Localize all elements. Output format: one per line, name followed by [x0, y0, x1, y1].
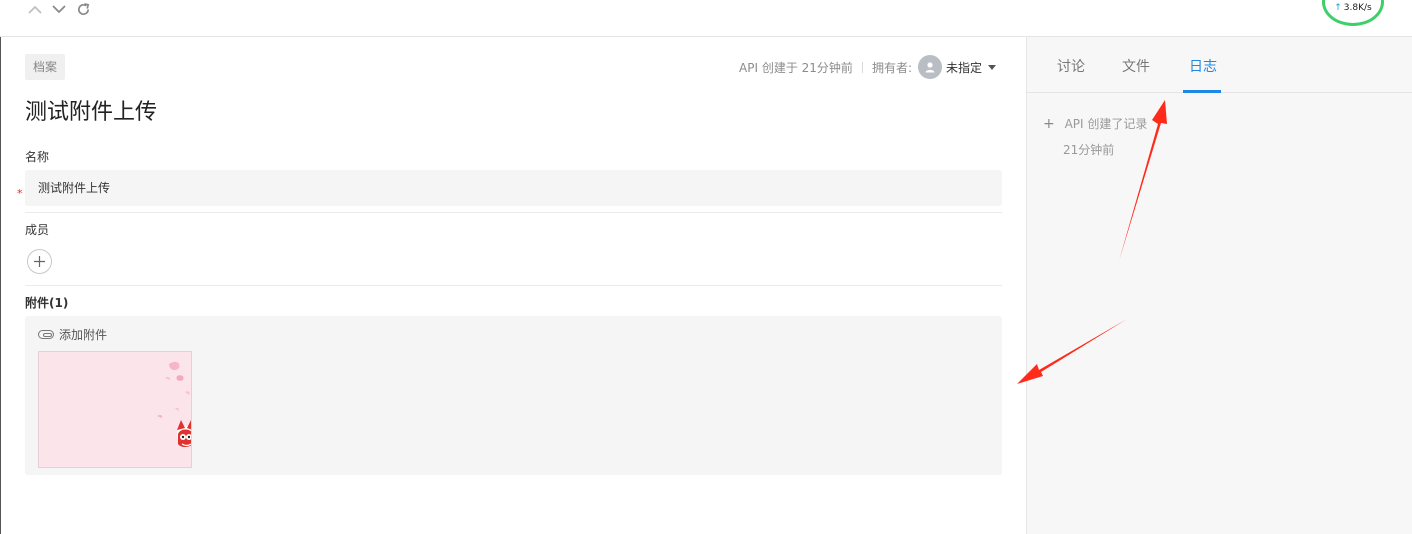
upload-arrow-icon: ↑ — [1334, 3, 1342, 13]
activity-sidebar: 讨论 文件 日志 + API 创建了记录 21分钟前 — [1026, 37, 1412, 534]
add-attachment-button[interactable]: 添加附件 — [38, 326, 107, 343]
chevron-up-icon[interactable] — [26, 0, 44, 18]
attachments-label: 附件(1) — [25, 296, 69, 310]
browser-toolbar: ↑ 3.8K/s — [0, 0, 1412, 37]
network-speed: 3.8K/s — [1343, 3, 1372, 13]
sidebar-tabs: 讨论 文件 日志 — [1027, 37, 1412, 93]
attachments-area: 添加附件 — [25, 316, 1002, 475]
owner-label: 拥有者: — [871, 60, 912, 75]
paperclip-icon — [38, 330, 54, 339]
add-attachment-label: 添加附件 — [59, 328, 108, 342]
meta-divider — [861, 61, 863, 73]
add-member-button[interactable] — [27, 249, 52, 274]
avatar[interactable] — [917, 55, 942, 79]
refresh-icon[interactable] — [74, 0, 92, 18]
network-speed-widget: ↑ 3.8K/s — [1322, 0, 1384, 26]
plus-icon — [34, 256, 45, 267]
tab-discussion[interactable]: 讨论 — [1057, 56, 1085, 76]
created-info: API 创建于 21分钟前 — [739, 60, 853, 75]
divider — [25, 212, 1002, 213]
page-title: 测试附件上传 — [25, 100, 158, 125]
required-asterisk: * — [17, 187, 23, 200]
category-badge[interactable]: 档案 — [25, 54, 66, 80]
tab-files[interactable]: 文件 — [1122, 56, 1150, 76]
members-label: 成员 — [25, 223, 50, 237]
name-label: 名称 — [25, 150, 50, 164]
tab-log[interactable]: 日志 — [1189, 56, 1217, 76]
caret-down-icon[interactable] — [988, 64, 996, 70]
active-tab-indicator — [1183, 90, 1221, 93]
attachment-thumbnail[interactable] — [38, 351, 192, 468]
name-field[interactable]: 测试附件上传 — [25, 170, 1002, 206]
record-meta: API 创建于 21分钟前 拥有者: 未指定 — [739, 54, 996, 80]
chevron-down-icon[interactable] — [50, 0, 68, 18]
divider — [25, 285, 1002, 286]
log-timestamp: 21分钟前 — [1063, 143, 1115, 157]
log-entry: + API 创建了记录 — [1043, 115, 1147, 132]
owner-select[interactable]: 未指定 — [946, 59, 982, 76]
record-detail: 档案 API 创建于 21分钟前 拥有者: 未指定 测试附件上传 * 名称 测试… — [1, 37, 1026, 534]
log-action: API 创建了记录 — [1064, 117, 1148, 131]
plus-icon: + — [1043, 116, 1055, 132]
